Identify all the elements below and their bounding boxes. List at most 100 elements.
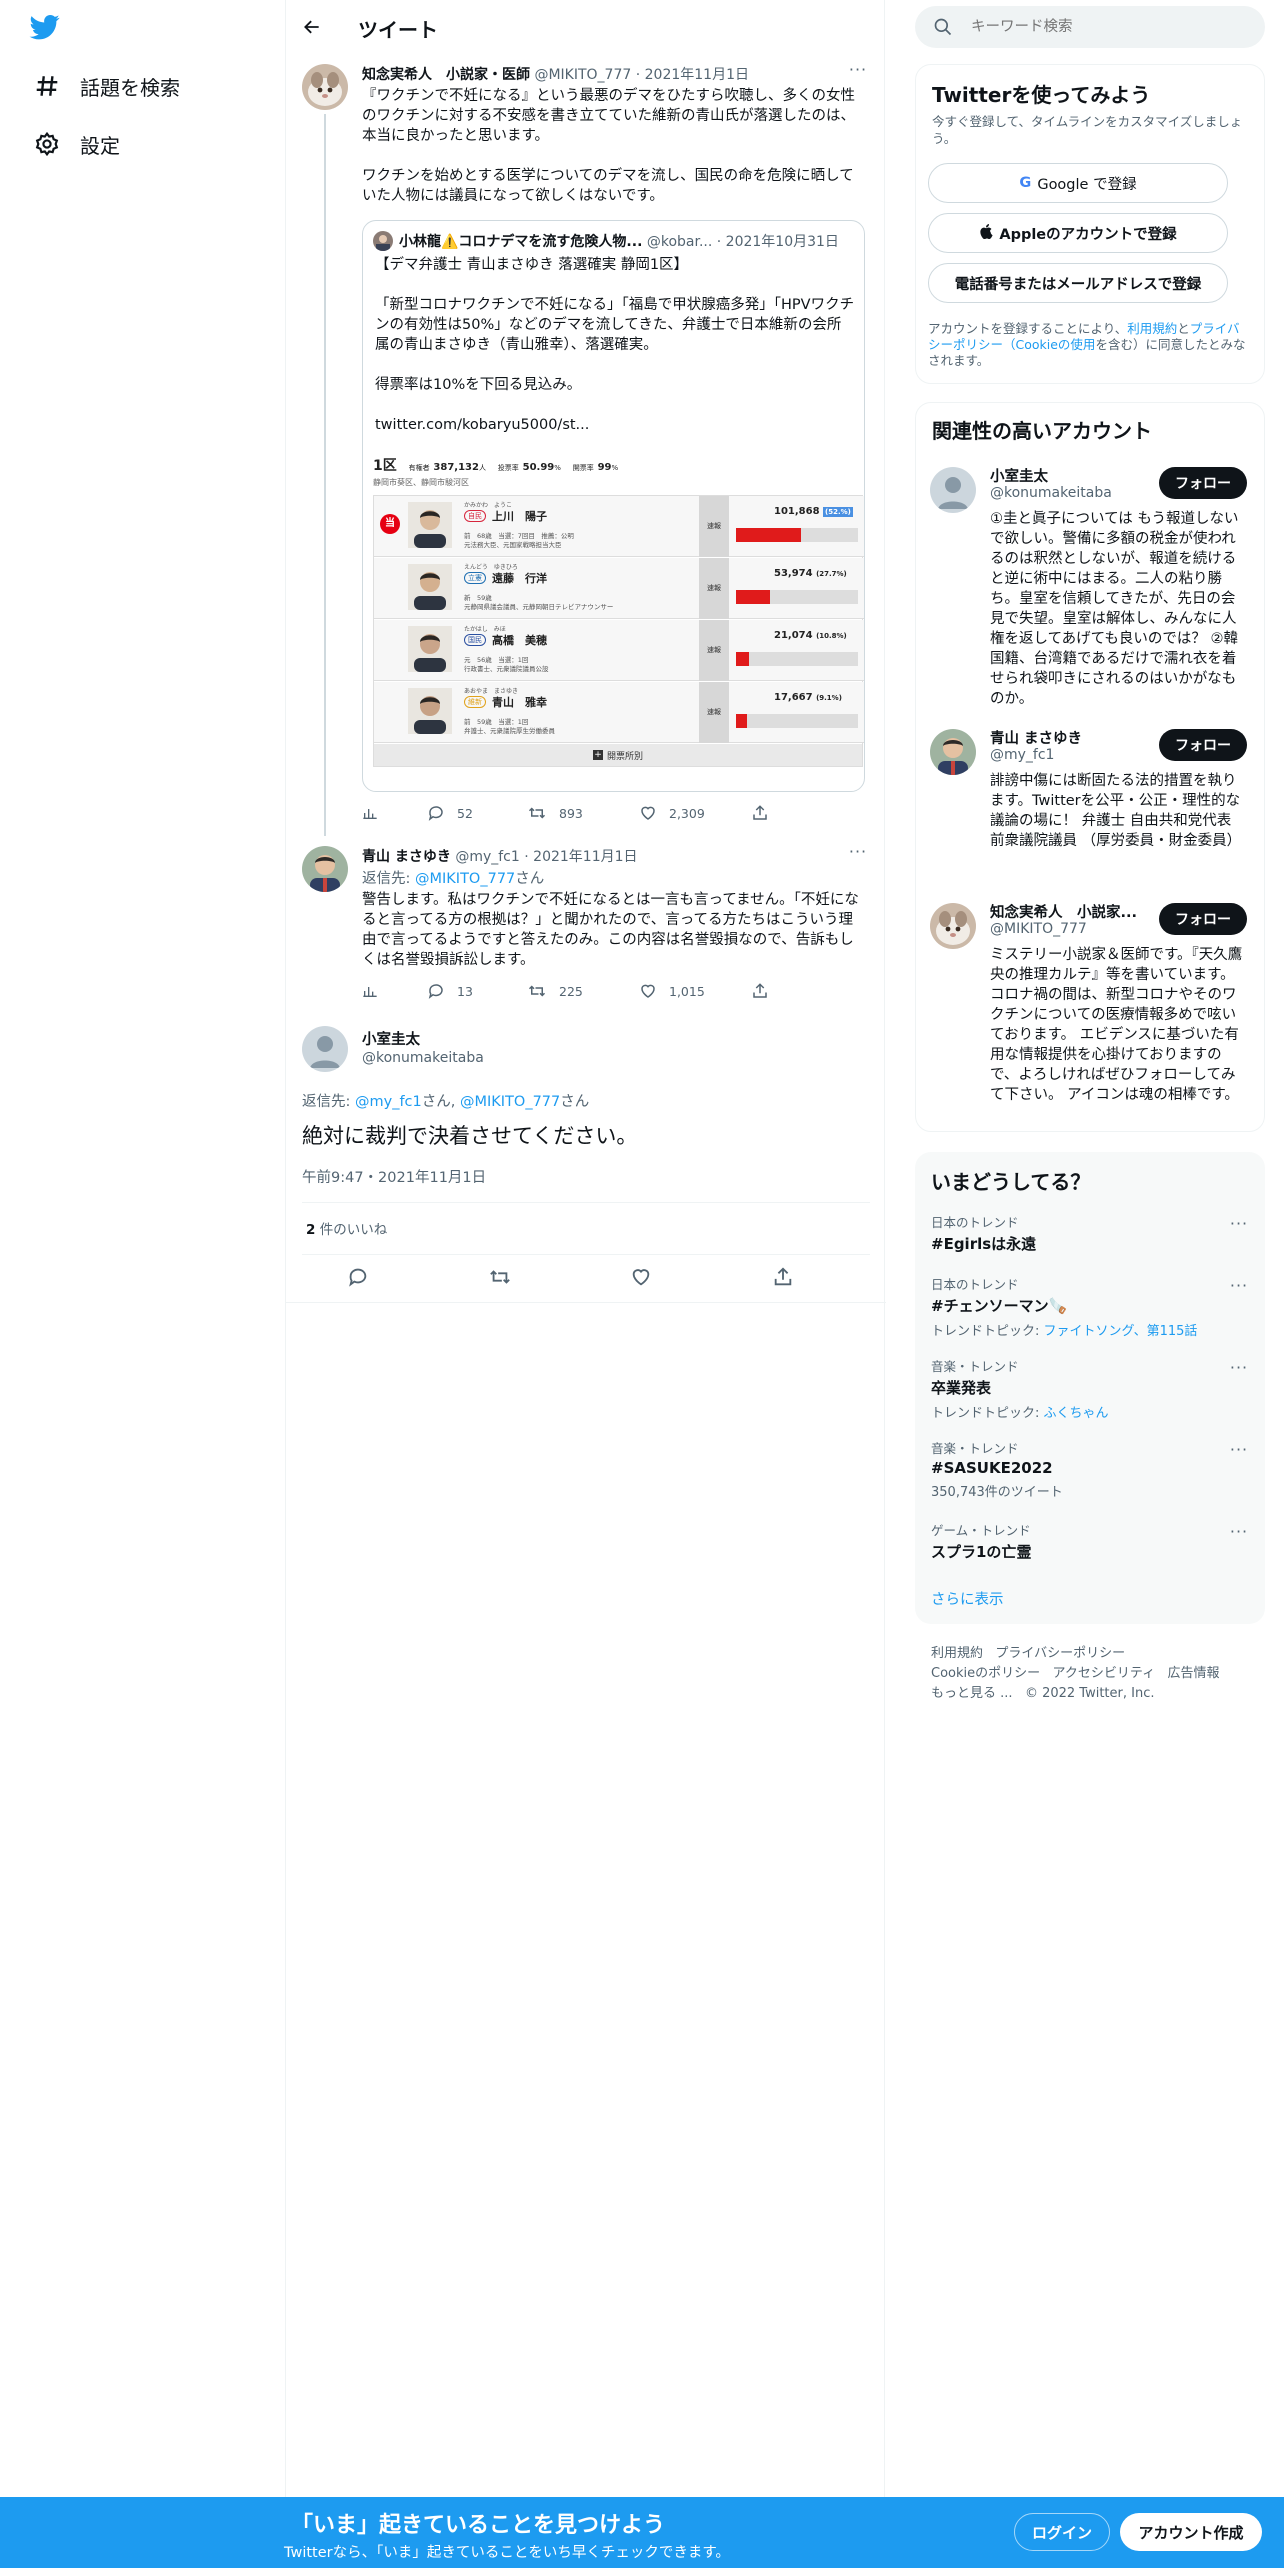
footer-ads[interactable]: 広告情報	[1168, 1666, 1220, 1681]
trends-panel: いまどうしてる？ 日本のトレンド #Egirlsは永遠 ··· 日本のトレンド …	[915, 1152, 1265, 1624]
quoted-tweet[interactable]: 小林龍⚠️コロナデマを流す危険人物... @kobar... · 2021年10…	[362, 220, 865, 792]
reply-button[interactable]: 52	[427, 804, 527, 822]
footer-copyright: © 2022 Twitter, Inc.	[1024, 1686, 1155, 1701]
phone-signup-button[interactable]: 電話番号またはメールアドレスで登録	[928, 263, 1228, 303]
more-options-icon[interactable]: ···	[1227, 1360, 1251, 1380]
more-options-icon[interactable]: ···	[846, 844, 870, 864]
follow-button[interactable]: フォロー	[1159, 903, 1247, 935]
more-options-icon[interactable]: ···	[1227, 1216, 1251, 1236]
trend-item[interactable]: ゲーム・トレンド スプラ1の亡霊	[931, 1520, 1251, 1562]
terms-link[interactable]: 利用規約	[1127, 321, 1177, 336]
author-name[interactable]: 知念実希人 小説家・医師	[362, 67, 530, 83]
tweet-chinen[interactable]: 知念実希人 小説家・医師 @MIKITO_777 · 2021年11月1日 ··…	[286, 58, 886, 836]
retweet-icon	[528, 985, 546, 997]
twitter-bird-icon[interactable]	[28, 12, 68, 46]
trends-title: いまどうしてる？	[931, 1170, 1091, 1194]
bottom-bar-title: 「いま」起きていることを見つけよう	[291, 2513, 666, 2538]
heart-icon[interactable]	[630, 1266, 652, 1292]
mention-link[interactable]: @MIKITO_777	[415, 871, 515, 887]
author-name[interactable]: 小室圭太	[362, 1028, 420, 1049]
reply-button[interactable]: 13	[427, 982, 527, 1000]
retweet-button[interactable]: 893	[527, 804, 639, 822]
retweet-icon[interactable]	[488, 1266, 512, 1292]
footer-accessibility[interactable]: アクセシビリティ	[1053, 1666, 1156, 1681]
default-avatar-icon[interactable]	[302, 1026, 348, 1072]
follow-button[interactable]: フォロー	[1159, 467, 1247, 499]
tweet-timestamp[interactable]: 午前9:47・2021年11月1日	[302, 1166, 486, 1187]
likes-count[interactable]: 2 件のいいね	[306, 1218, 387, 1238]
account-bio: 誹謗中傷には断固たる法的措置を執ります。Twitterを公平・公正・理性的な議論…	[990, 773, 1242, 849]
more-options-icon[interactable]: ···	[1227, 1524, 1251, 1544]
author-handle[interactable]: @konumakeitaba	[362, 1050, 484, 1066]
signup-legal: アカウントを登録することにより、利用規約とプライバシーポリシー（Cookieの使…	[928, 321, 1246, 368]
trend-topic-link[interactable]: ファイトソング、第115話	[1044, 1324, 1198, 1339]
share-icon[interactable]	[751, 804, 781, 822]
more-options-icon[interactable]: ···	[1227, 1278, 1251, 1298]
reply-icon	[428, 984, 443, 999]
tweet-date[interactable]: 2021年11月1日	[533, 849, 637, 865]
search-box[interactable]	[915, 6, 1265, 48]
author-name[interactable]: 青山 まさゆき	[362, 849, 451, 865]
election-area: 静岡市葵区、静岡市駿河区	[373, 478, 469, 487]
reply-context: 返信先: @MIKITO_777さん	[362, 871, 545, 887]
mention-link[interactable]: @MIKITO_777	[460, 1094, 560, 1110]
signup-subtitle: 今すぐ登録して、タイムラインをカスタマイズしましょう。	[932, 114, 1243, 146]
vote-count: 53,974 (27.7%)	[774, 568, 847, 579]
more-options-icon[interactable]: ···	[846, 62, 870, 82]
tweet-actions	[302, 1266, 870, 1290]
footer-privacy[interactable]: プライバシーポリシー	[995, 1646, 1125, 1661]
footer-more[interactable]: もっと見る ...	[931, 1686, 1013, 1701]
apple-signup-button[interactable]: Appleのアカウントで登録	[928, 213, 1228, 253]
account-card[interactable]: 小室圭太 @konumakeitaba フォロー ①圭と眞子については もう報道…	[916, 461, 1266, 711]
account-card[interactable]: 知念実希人 小説家... @MIKITO_777 フォロー ミステリー小説家＆医…	[916, 897, 1266, 1127]
tweet-text: 警告します。私はワクチンで不妊になるとは一言も言ってません。「不妊になると言って…	[362, 892, 859, 968]
footer-cookie[interactable]: Cookieのポリシー	[931, 1666, 1040, 1681]
quote-author-handle: @kobar...	[646, 234, 713, 250]
avatar[interactable]	[302, 64, 348, 110]
trend-topic-link[interactable]: ふくちゃん	[1044, 1406, 1109, 1421]
candidate-name: 青山 雅幸	[492, 696, 547, 709]
tweet-aoyama[interactable]: 青山 まさゆき @my_fc1 · 2021年11月1日 ··· 返信先: @M…	[286, 842, 886, 1002]
trend-item[interactable]: 日本のトレンド #Egirlsは永遠	[931, 1212, 1251, 1254]
trend-item[interactable]: 音楽・トレンド 卒業発表 トレンドトピック: ふくちゃん	[931, 1356, 1251, 1421]
analytics-icon[interactable]	[362, 805, 427, 821]
nav-item-label: 話題を検索	[80, 75, 180, 100]
avatar	[373, 231, 393, 251]
more-options-icon[interactable]: ···	[1227, 1442, 1251, 1462]
trend-item[interactable]: 日本のトレンド #チェンソーマン🪚 トレンドトピック: ファイトソング、第115…	[931, 1274, 1251, 1339]
like-button[interactable]: 1,015	[639, 982, 751, 1000]
trend-item[interactable]: 音楽・トレンド #SASUKE2022 350,743件のツイート	[931, 1438, 1251, 1500]
nav-item-settings[interactable]: 設定	[30, 122, 120, 166]
account-bio: ①圭と眞子については もう報道しないで欲しい。警備に多額の税金が使われるのは釈然…	[990, 511, 1239, 707]
analytics-icon[interactable]	[362, 983, 427, 999]
login-button[interactable]: ログイン	[1014, 2513, 1110, 2551]
tweet-date[interactable]: 2021年11月1日	[645, 67, 749, 83]
google-signup-button[interactable]: G Google で登録	[928, 163, 1228, 203]
account-handle: @my_fc1	[990, 747, 1055, 763]
follow-button[interactable]: フォロー	[1159, 729, 1247, 761]
reply-icon[interactable]	[347, 1266, 369, 1292]
vote-bar-fill	[736, 528, 801, 542]
back-arrow-icon[interactable]	[298, 13, 326, 41]
like-button[interactable]: 2,309	[639, 804, 751, 822]
retweet-button[interactable]: 225	[527, 982, 639, 1000]
show-more-link[interactable]: さらに表示	[931, 1588, 1004, 1609]
signup-button[interactable]: アカウント作成	[1120, 2513, 1262, 2551]
share-icon[interactable]	[772, 1266, 794, 1292]
share-icon[interactable]	[751, 982, 781, 1000]
footer-links: 利用規約 プライバシーポリシー	[931, 1642, 1125, 1661]
candidate-photo	[408, 688, 452, 734]
author-handle[interactable]: @my_fc1	[455, 849, 519, 865]
search-input[interactable]	[971, 6, 1251, 48]
nav-item-explore[interactable]: 話題を検索	[30, 64, 180, 108]
account-name: 小室圭太	[990, 469, 1048, 485]
footer-terms[interactable]: 利用規約	[931, 1646, 983, 1661]
account-card[interactable]: 青山 まさゆき @my_fc1 フォロー 誹謗中傷には断固たる法的措置を執ります…	[916, 723, 1266, 873]
mention-link[interactable]: @my_fc1	[355, 1094, 422, 1110]
gear-icon	[30, 127, 64, 161]
signup-panel: Twitterを使ってみよう 今すぐ登録して、タイムラインをカスタマイズしましょ…	[915, 64, 1265, 384]
elected-badge: 当	[380, 514, 400, 534]
retweet-icon	[528, 807, 546, 819]
author-handle[interactable]: @MIKITO_777	[534, 67, 631, 83]
avatar[interactable]	[302, 846, 348, 892]
